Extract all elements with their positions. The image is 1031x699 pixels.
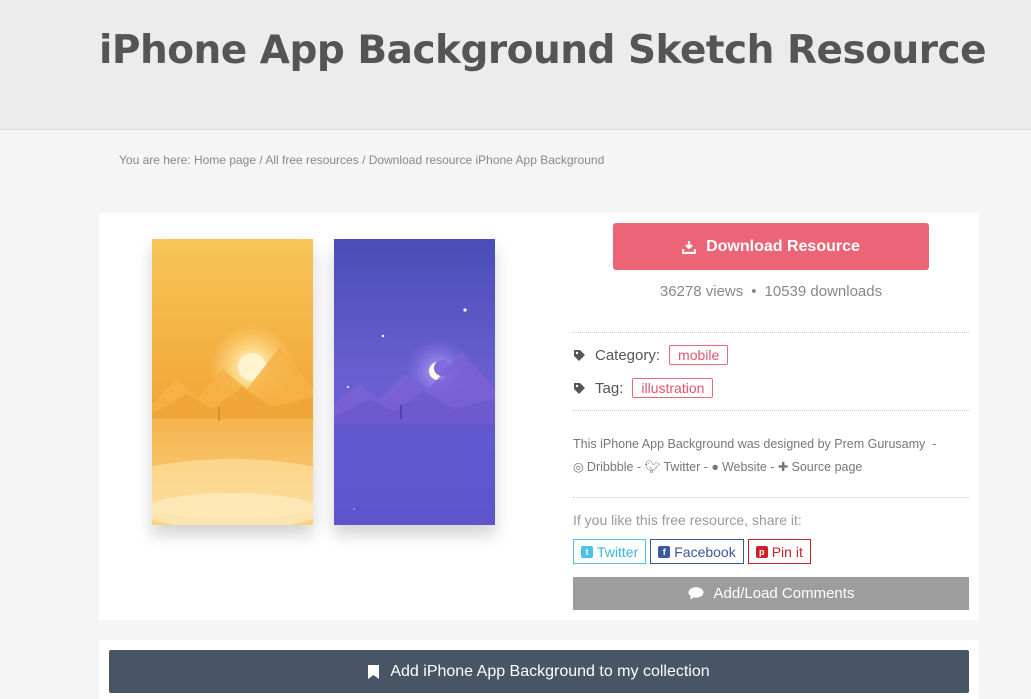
twitter-icon: 🐦︎ (644, 460, 661, 474)
share-prompt: If you like this free resource, share it… (573, 512, 802, 528)
website-link[interactable]: ● Website (711, 460, 767, 474)
page-header: iPhone App Background Sketch Resource (0, 0, 1031, 130)
download-icon (682, 240, 697, 254)
page-title: iPhone App Background Sketch Resource (99, 28, 987, 73)
comments-label: Add/Load Comments (713, 585, 855, 602)
twitter-icon: t (581, 545, 593, 558)
breadcrumb-resources-link[interactable]: All free resources (265, 153, 358, 167)
share-pinterest-button[interactable]: p Pin it (747, 539, 811, 564)
resource-stats: 36278 views • 10539 downloads (613, 283, 929, 300)
share-twitter-button[interactable]: t Twitter (573, 539, 647, 564)
download-resource-button[interactable]: Download Resource (613, 223, 929, 270)
preview-image-night (334, 239, 495, 525)
pinterest-icon: p (755, 545, 768, 558)
category-pill-mobile[interactable]: mobile (669, 345, 729, 365)
category-label: Category: (595, 346, 661, 364)
share-buttons: t Twitter f Facebook p Pin it (573, 539, 811, 564)
divider (573, 332, 969, 333)
tag-icon (574, 382, 585, 394)
add-to-collection-button[interactable]: Add iPhone App Background to my collecti… (109, 650, 969, 693)
stats-separator: • (751, 283, 757, 300)
collection-label: Add iPhone App Background to my collecti… (390, 662, 710, 680)
breadcrumb-current: Download resource iPhone App Background (368, 153, 605, 167)
preview-image-day (152, 239, 313, 525)
views-count: 36278 views (659, 283, 744, 300)
collection-card: Add iPhone App Background to my collecti… (99, 640, 979, 699)
breadcrumb: You are here: Home page / All free resou… (119, 153, 605, 167)
tag-icon (574, 349, 585, 361)
share-facebook-button[interactable]: f Facebook (650, 539, 744, 564)
tag-row: Tag: illustration (573, 378, 714, 398)
breadcrumb-home-link[interactable]: Home page (194, 153, 256, 167)
breadcrumb-prefix: You are here: (119, 153, 191, 167)
credit-statement: This iPhone App Background was designed … (573, 437, 926, 451)
plus-icon: ✚ (778, 460, 789, 474)
tag-pill-illustration[interactable]: illustration (632, 378, 714, 398)
source-page-link[interactable]: ✚ Source page (778, 460, 862, 474)
tag-label: Tag: (595, 379, 624, 397)
resource-card: Download Resource 36278 views • 10539 down… (99, 213, 979, 620)
globe-icon: ● (711, 460, 719, 474)
load-comments-button[interactable]: Add/Load Comments (573, 577, 969, 610)
download-label: Download Resource (706, 237, 860, 255)
divider (573, 410, 969, 411)
dribbble-icon: ◎ (573, 460, 584, 474)
facebook-icon: f (658, 545, 671, 558)
divider (573, 497, 969, 498)
twitter-credit-link[interactable]: 🐦︎ Twitter (645, 460, 701, 474)
bookmark-icon (368, 664, 380, 679)
credit-text: This iPhone App Background was designed … (573, 433, 973, 479)
dribbble-link[interactable]: ◎ Dribbble (573, 460, 633, 474)
comment-icon (688, 587, 704, 600)
downloads-count: 10539 downloads (764, 283, 883, 300)
category-row: Category: mobile (573, 345, 729, 365)
